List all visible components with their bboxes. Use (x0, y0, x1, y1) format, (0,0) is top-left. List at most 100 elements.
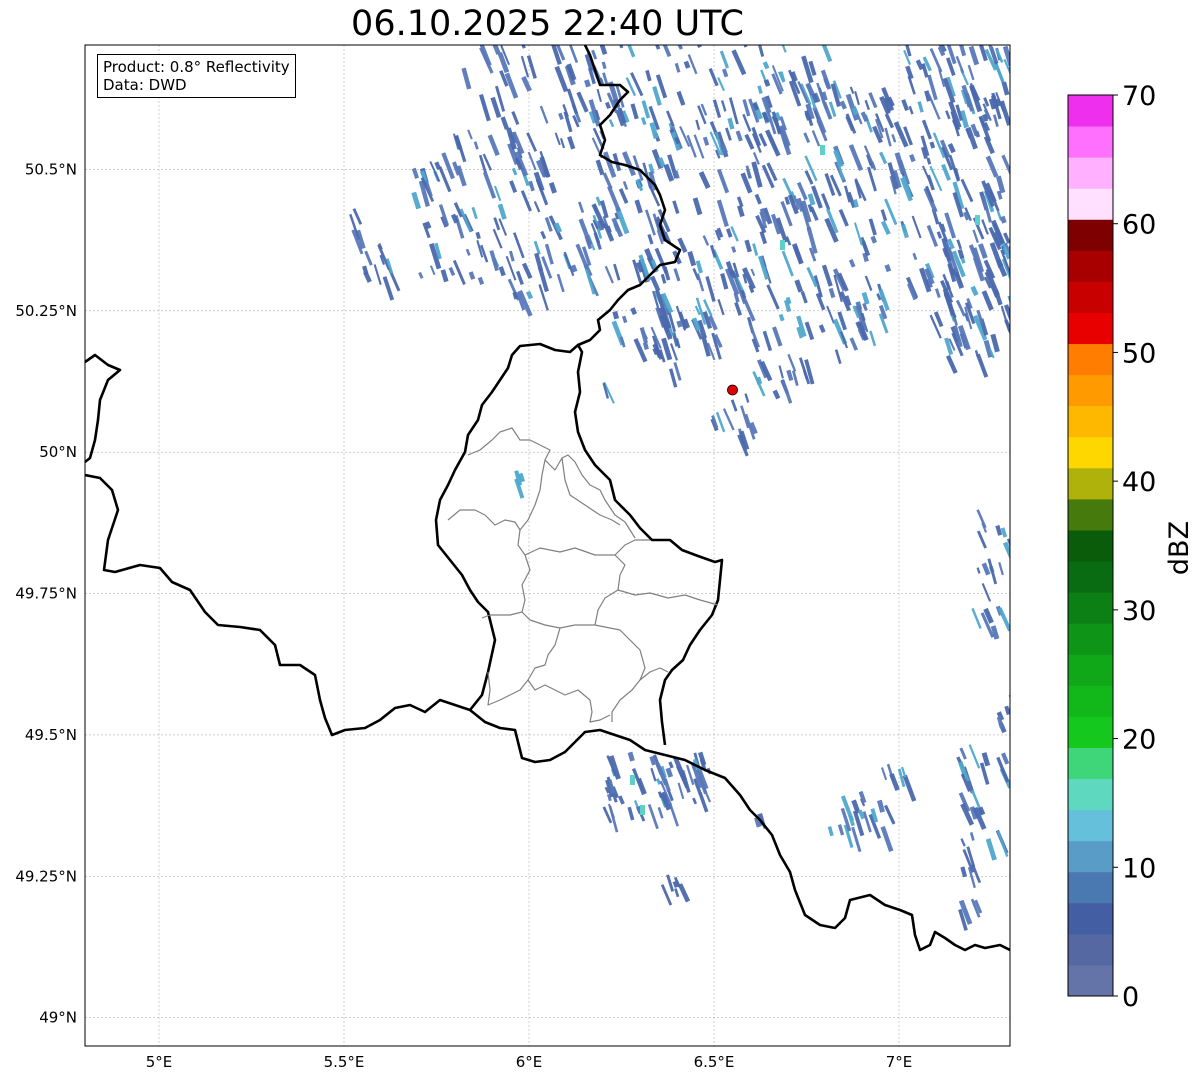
echo-cell (772, 389, 781, 400)
echo-cell (868, 92, 878, 109)
echo-cell (869, 330, 877, 347)
lon-tick-label: 5°E (146, 1053, 173, 1071)
echo-cell (1001, 752, 1010, 765)
echo-cell (780, 378, 793, 404)
echo-cell (492, 228, 503, 249)
echo-cell (730, 399, 738, 412)
echo-cell (787, 353, 797, 372)
echo-cell (729, 21, 740, 43)
echo-cell (717, 77, 725, 92)
lon-tick-label: 6.5°E (694, 1053, 735, 1071)
echo-cell (960, 178, 974, 203)
echo-cell (659, 45, 672, 58)
echo-cell (884, 804, 896, 825)
colorbar-segment (1068, 250, 1113, 282)
echo-cell (936, 231, 943, 239)
echo-cell (429, 265, 436, 276)
echo-cell (695, 119, 701, 130)
echo-cell (870, 235, 878, 244)
echo-cell (744, 239, 752, 253)
echo-cell (373, 264, 382, 285)
echo-cell (509, 180, 518, 194)
colorbar-segment (1068, 685, 1113, 717)
echo-cell (634, 199, 643, 214)
echo-cell (508, 250, 515, 262)
echo-cell (981, 219, 989, 235)
echo-cell (554, 132, 561, 146)
echo-cell (544, 243, 554, 265)
echo-cell (473, 141, 479, 150)
echo-cell (613, 263, 621, 281)
echo-cell (583, 32, 589, 42)
echo-cell (712, 99, 722, 119)
echo-cell (976, 509, 987, 529)
echo-cell (1015, 174, 1026, 198)
echo-cell (745, 165, 752, 179)
echo-cell (884, 113, 895, 129)
echo-cell (674, 888, 680, 898)
echo-cell (716, 199, 729, 227)
echo-cell (697, 19, 709, 40)
echo-cell (605, 101, 611, 110)
echo-cell (616, 45, 624, 49)
echo-cell (526, 132, 538, 152)
echo-cell (1015, 282, 1022, 294)
echo-cell (967, 64, 975, 81)
echo-cell (912, 252, 918, 261)
echo-cell (762, 61, 770, 70)
echo-cell (754, 193, 762, 205)
echo-cell (958, 45, 967, 57)
lon-tick-label: 5.5°E (324, 1053, 365, 1071)
echo-cell (624, 45, 636, 58)
echo-cell (955, 55, 965, 74)
colorbar-segment (1068, 902, 1113, 935)
echo-cell (630, 103, 639, 120)
echo-cell (717, 299, 725, 316)
echo-cell (981, 290, 994, 311)
echo-cell (650, 275, 661, 292)
echo-cell (985, 155, 999, 178)
echo-cell (540, 230, 547, 240)
echo-cell (665, 767, 674, 778)
echo-cell (498, 266, 506, 277)
echo-cell (521, 262, 533, 280)
echo-cell (622, 315, 628, 324)
echo-cell (621, 45, 627, 46)
echo-cell (1001, 81, 1010, 96)
colorbar-segment (1068, 374, 1113, 407)
echo-cell (566, 88, 579, 115)
echo-cell (411, 191, 421, 210)
echo-cell (465, 248, 471, 256)
echo-cell (454, 135, 463, 151)
echo-cell (364, 250, 373, 266)
echo-cell (747, 24, 754, 35)
echo-cell (460, 208, 472, 232)
colorbar-segment (1068, 312, 1113, 345)
echo-cell (976, 353, 989, 378)
echo-cell (909, 153, 916, 163)
echo-cell (731, 49, 747, 76)
echo-cell (1014, 518, 1025, 545)
echo-cell (957, 249, 965, 259)
echo-cell (520, 190, 532, 212)
echo-cell (642, 341, 649, 350)
echo-cell (612, 310, 620, 320)
echo-cell (837, 824, 845, 836)
echo-cell (866, 166, 877, 192)
lat-tick-label: 49.5°N (25, 726, 77, 744)
colorbar-segment (1068, 840, 1113, 873)
echo-cell (1000, 527, 1008, 538)
echo-cell (650, 767, 657, 782)
echo-cell (735, 130, 743, 142)
data-source-label: Data: DWD (103, 76, 187, 94)
echo-cell (1010, 317, 1014, 324)
lat-tick-label: 49.75°N (15, 585, 77, 603)
echo-cell (630, 72, 644, 97)
echo-cell (418, 271, 424, 279)
echo-cell (889, 773, 900, 791)
lon-tick-label: 7°E (886, 1053, 913, 1071)
echo-cell (515, 270, 524, 286)
echo-cell (521, 76, 532, 92)
colorbar-segment (1068, 747, 1113, 780)
echo-cell (672, 200, 680, 214)
